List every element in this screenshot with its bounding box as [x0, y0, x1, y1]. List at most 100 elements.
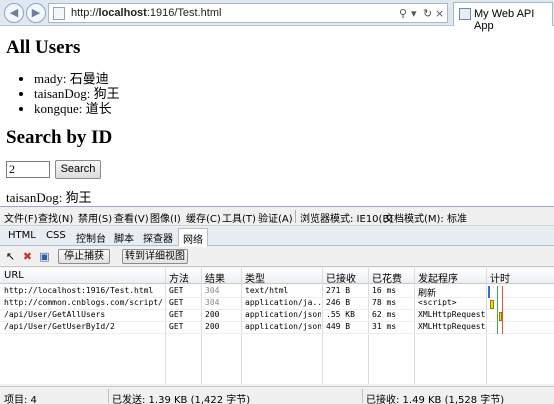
refresh-icon[interactable]: ↻: [423, 7, 432, 20]
cell-initiator: <script>: [418, 298, 457, 307]
devtools-tabs: HTML CSS 控制台 脚本 探查器 网络: [0, 227, 554, 247]
page-favicon-icon: [459, 8, 471, 20]
user-id-input[interactable]: [6, 161, 50, 178]
search-heading: Search by ID: [6, 127, 113, 148]
user-item: mady: 石曼迪: [34, 71, 120, 86]
cell-initiator: XMLHttpRequest: [418, 310, 486, 319]
column-initiator[interactable]: 发起程序: [418, 270, 458, 285]
menu-disable[interactable]: 禁用(S): [78, 210, 112, 225]
browser-toolbar: ◀ ▶ http://localhost:1916/Test.html ⚲ ▾ …: [0, 0, 554, 32]
forward-button[interactable]: ▶: [26, 3, 46, 23]
cell-url: /api/User/GetUserById/2: [4, 322, 115, 331]
cell-type: application/ja...: [245, 298, 321, 307]
row-divider: [0, 333, 554, 334]
cell-time: 16 ms: [372, 286, 397, 295]
forward-arrow-icon: ▶: [31, 6, 41, 19]
tab-profiler[interactable]: 探查器: [143, 230, 173, 245]
pointer-select-icon[interactable]: ↖: [4, 250, 17, 263]
column-timing[interactable]: 计时: [490, 270, 510, 285]
stop-icon[interactable]: ×: [435, 7, 444, 20]
search-result: taisanDog: 狗王: [6, 190, 92, 205]
stop-capture-button[interactable]: 停止捕获: [58, 249, 110, 264]
grid-header: URL 方法 结果 类型 已接收 已花费 发起程序 计时: [0, 268, 554, 285]
timing-bar: [490, 300, 494, 309]
browser-tab[interactable]: My Web API App: [453, 2, 553, 32]
cell-method: GET: [169, 310, 184, 319]
cell-time: 62 ms: [372, 310, 397, 319]
column-method[interactable]: 方法: [169, 270, 189, 285]
cell-type: application/json: [245, 310, 321, 319]
menu-validate[interactable]: 验证(A): [258, 210, 293, 225]
all-users-heading: All Users: [6, 37, 81, 58]
address-url: http://localhost:1916/Test.html: [71, 7, 222, 19]
cell-type: text/html: [245, 286, 289, 295]
user-item: kongque: 道长: [34, 101, 120, 116]
cell-url: http://localhost:1916/Test.html: [4, 286, 154, 295]
page-icon: [53, 7, 65, 20]
table-row[interactable]: http://localhost:1916/Test.html GET 304 …: [0, 286, 554, 299]
column-type[interactable]: 类型: [245, 270, 265, 285]
network-toolbar: ↖ ✖ ▣ 停止捕获 转到详细视图: [0, 247, 554, 267]
cell-type: application/json: [245, 322, 321, 331]
menu-view[interactable]: 查看(V): [114, 210, 149, 225]
cell-time: 31 ms: [372, 322, 397, 331]
table-row[interactable]: /api/User/GetUserById/2 GET 200 applicat…: [0, 322, 554, 333]
menu-cache[interactable]: 缓存(C): [186, 210, 221, 225]
cell-received: 246 B: [326, 298, 351, 307]
menu-document-mode[interactable]: 文档模式(M): 标准: [384, 210, 467, 225]
cell-url: /api/User/GetAllUsers: [4, 310, 106, 319]
status-divider: [108, 389, 109, 403]
cell-method: GET: [169, 286, 184, 295]
status-sent: 已发送: 1.39 KB (1,422 字节): [112, 395, 251, 404]
detail-view-button[interactable]: 转到详细视图: [122, 249, 188, 264]
table-row[interactable]: http://common.cnblogs.com/script/... GET…: [0, 298, 554, 309]
users-list: mady: 石曼迪 taisanDog: 狗王 kongque: 道长: [34, 71, 120, 116]
cell-result: 304: [205, 298, 220, 307]
search-icon[interactable]: ⚲: [399, 7, 407, 20]
web-page: All Users mady: 石曼迪 taisanDog: 狗王 kongqu…: [0, 27, 554, 205]
cell-url: http://common.cnblogs.com/script/...: [4, 298, 164, 307]
menu-file[interactable]: 文件(F): [4, 210, 38, 225]
cell-result: 200: [205, 310, 220, 319]
clear-entries-icon[interactable]: ✖: [21, 250, 34, 263]
user-item: taisanDog: 狗王: [34, 86, 120, 101]
menu-tools[interactable]: 工具(T): [222, 210, 256, 225]
cell-time: 78 ms: [372, 298, 397, 307]
back-button[interactable]: ◀: [4, 3, 24, 23]
status-divider: [362, 389, 363, 403]
network-grid: URL 方法 结果 类型 已接收 已花费 发起程序 计时 http://loca…: [0, 268, 554, 384]
column-time[interactable]: 已花费: [372, 270, 402, 285]
timing-line-red: [502, 286, 503, 334]
cell-result: 200: [205, 322, 220, 331]
cell-received: 271 B: [326, 286, 351, 295]
search-button[interactable]: Search: [55, 160, 101, 179]
dropdown-arrow-icon[interactable]: ▾: [411, 7, 417, 20]
cell-method: GET: [169, 322, 184, 331]
timing-line-green: [497, 286, 498, 334]
table-row[interactable]: /api/User/GetAllUsers GET 200 applicatio…: [0, 310, 554, 321]
tab-css[interactable]: CSS: [46, 230, 66, 241]
status-received: 已接收: 1.49 KB (1,528 字节): [366, 395, 505, 404]
menu-browser-mode[interactable]: 浏览器模式: IE10(B): [300, 210, 393, 225]
column-received[interactable]: 已接收: [326, 270, 356, 285]
cell-received: 449 B: [326, 322, 351, 331]
devtools-menubar: 文件(F) 查找(N) 禁用(S) 查看(V) 图像(I) 缓存(C) 工具(T…: [0, 207, 554, 226]
timing-bar: [488, 286, 490, 298]
tab-script[interactable]: 脚本: [114, 230, 134, 245]
column-result[interactable]: 结果: [205, 270, 225, 285]
menu-images[interactable]: 图像(I): [150, 210, 181, 225]
menu-divider: [295, 210, 296, 223]
developer-tools: 文件(F) 查找(N) 禁用(S) 查看(V) 图像(I) 缓存(C) 工具(T…: [0, 206, 554, 404]
menu-find[interactable]: 查找(N): [38, 210, 73, 225]
address-bar[interactable]: http://localhost:1916/Test.html ⚲ ▾ ↻ ×: [48, 3, 448, 23]
tab-html[interactable]: HTML: [8, 230, 36, 241]
save-icon[interactable]: ▣: [38, 250, 51, 263]
cell-result: 304: [205, 286, 220, 295]
column-url[interactable]: URL: [4, 270, 24, 281]
back-arrow-icon: ◀: [9, 6, 19, 19]
cell-method: GET: [169, 298, 184, 307]
status-items: 项目: 4: [4, 395, 37, 404]
devtools-statusbar: 项目: 4 已发送: 1.39 KB (1,422 字节) 已接收: 1.49 …: [0, 386, 554, 404]
tab-console[interactable]: 控制台: [76, 230, 106, 245]
tab-network[interactable]: 网络: [178, 228, 208, 247]
